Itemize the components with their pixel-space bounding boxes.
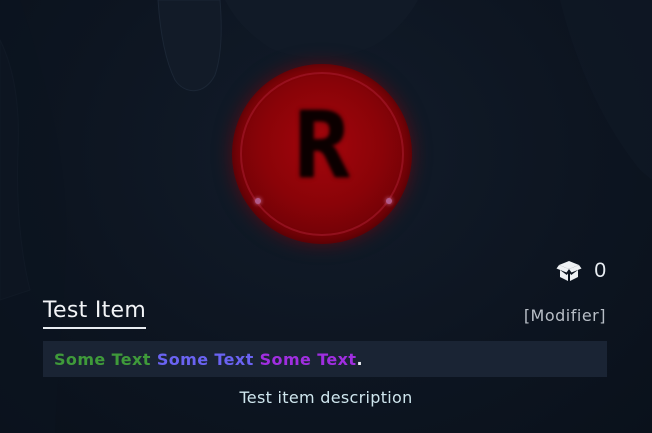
item-icon: R <box>232 64 416 248</box>
item-icon-letter: R <box>294 92 350 199</box>
item-modifier: [Modifier] <box>523 306 606 325</box>
rich-text-period: . <box>356 349 363 369</box>
socket-dot-right <box>386 198 392 204</box>
stack-counter: 0 <box>556 258 606 284</box>
item-description: Test item description <box>239 388 413 407</box>
socket-dot-left <box>255 198 261 204</box>
item-title: Test Item <box>43 298 147 329</box>
open-box-icon <box>556 261 582 281</box>
rich-text-segment: Some Text <box>156 349 254 369</box>
stack-count: 0 <box>594 259 606 282</box>
rich-text-segment: Some Text <box>259 349 357 369</box>
rich-text-bar: Some Text Some Text Some Text. <box>43 341 607 377</box>
item-tooltip: R 0 Test Item [Modifier] Some Text Some … <box>0 0 652 433</box>
rich-text-segment: Some Text <box>54 349 151 369</box>
